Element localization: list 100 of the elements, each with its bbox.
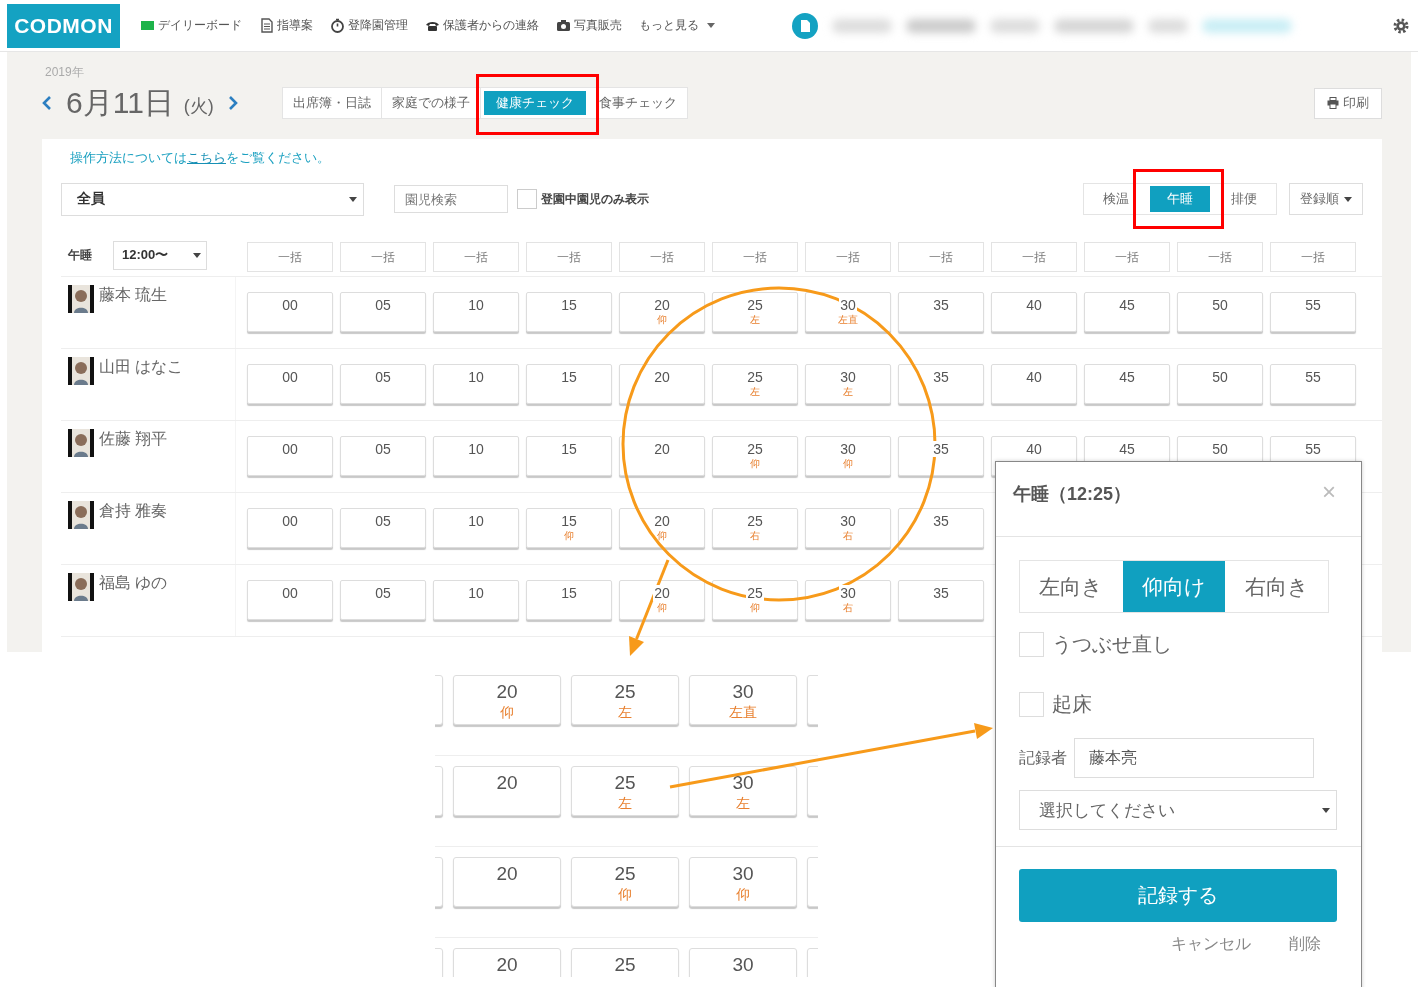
help-link[interactable]: こちら: [187, 150, 226, 165]
bulk-button[interactable]: 一括: [1270, 242, 1356, 272]
time-button[interactable]: 05: [340, 580, 426, 620]
time-button[interactable]: 35: [898, 292, 984, 332]
year-label: 2019年: [45, 64, 85, 81]
checkbox[interactable]: [1019, 691, 1044, 717]
date-label: 6月11日: [66, 84, 174, 121]
time-button[interactable]: 10: [433, 436, 519, 476]
reason-select[interactable]: 選択してください: [1019, 790, 1337, 830]
time-button[interactable]: 35: [898, 364, 984, 404]
bulk-button[interactable]: 一括: [1177, 242, 1263, 272]
time-button[interactable]: 35: [898, 508, 984, 548]
time-button[interactable]: 20: [453, 766, 561, 816]
time-button[interactable]: 20 仰: [619, 292, 705, 332]
time-button[interactable]: 25 左: [712, 292, 798, 332]
bulk-button[interactable]: 一括: [433, 242, 519, 272]
bulk-button[interactable]: 一括: [1084, 242, 1170, 272]
nav-link[interactable]: 指導案: [259, 17, 313, 34]
delete-link[interactable]: 削除: [1289, 934, 1321, 955]
time-button[interactable]: 30 左直: [689, 675, 797, 725]
time-button[interactable]: 20 仰: [619, 580, 705, 620]
bulk-button[interactable]: 一括: [526, 242, 612, 272]
time-button[interactable]: 15 仰: [526, 508, 612, 548]
camera-icon: [556, 18, 571, 33]
bulk-button[interactable]: 一括: [805, 242, 891, 272]
time-button[interactable]: 45: [1084, 292, 1170, 332]
time-button[interactable]: 25 仰: [712, 580, 798, 620]
time-button[interactable]: 05: [340, 292, 426, 332]
time-button[interactable]: 00: [247, 364, 333, 404]
time-button[interactable]: 05: [340, 364, 426, 404]
time-button[interactable]: 00: [247, 508, 333, 548]
time-button[interactable]: 10: [433, 292, 519, 332]
time-button[interactable]: 55: [1270, 364, 1356, 404]
time-button[interactable]: 20: [619, 364, 705, 404]
time-button[interactable]: 00: [247, 436, 333, 476]
time-button[interactable]: 45: [1084, 364, 1170, 404]
time-button[interactable]: 25 左: [571, 766, 679, 816]
time-button[interactable]: 10: [433, 508, 519, 548]
time-button[interactable]: 25 仰: [712, 436, 798, 476]
nav-link[interactable]: デイリーボード: [140, 17, 242, 34]
print-button[interactable]: 印刷: [1314, 87, 1382, 119]
bulk-button[interactable]: 一括: [619, 242, 705, 272]
time-button[interactable]: 25 右: [712, 508, 798, 548]
time-button[interactable]: 25 左: [571, 675, 679, 725]
child-name: 藤本 琉生: [99, 285, 168, 305]
time-button[interactable]: 30 仰: [689, 857, 797, 907]
nav-link[interactable]: 写真販売: [556, 17, 622, 34]
sort-dropdown[interactable]: 登録順: [1289, 183, 1363, 215]
nav-link[interactable]: 登降園管理: [330, 17, 408, 34]
time-select[interactable]: 12:00〜: [113, 240, 207, 270]
more-menu[interactable]: もっと見る: [639, 17, 715, 34]
time-button[interactable]: 25 左: [712, 364, 798, 404]
time-button[interactable]: 35: [898, 580, 984, 620]
time-button[interactable]: 55: [1270, 292, 1356, 332]
time-button[interactable]: 20 仰: [619, 508, 705, 548]
checkbox[interactable]: [1019, 631, 1044, 657]
search-field[interactable]: 園児検索: [394, 185, 508, 213]
bulk-button[interactable]: 一括: [340, 242, 426, 272]
time-button[interactable]: 15: [526, 580, 612, 620]
time-button[interactable]: 00: [247, 580, 333, 620]
time-button[interactable]: 00: [247, 292, 333, 332]
time-button[interactable]: 35: [898, 436, 984, 476]
bulk-button[interactable]: 一括: [991, 242, 1077, 272]
nav-link[interactable]: 保護者からの連絡: [425, 17, 539, 34]
board-icon: [140, 18, 155, 33]
time-button[interactable]: 20: [453, 857, 561, 907]
group-select[interactable]: 全員: [61, 182, 364, 216]
time-button[interactable]: 30 左直: [805, 292, 891, 332]
time-button[interactable]: 15: [526, 364, 612, 404]
time-button[interactable]: 50: [1177, 364, 1263, 404]
time-button[interactable]: 50: [1177, 292, 1263, 332]
time-button[interactable]: 05: [340, 508, 426, 548]
bulk-button[interactable]: 一括: [898, 242, 984, 272]
time-button[interactable]: 25: [571, 948, 679, 977]
time-button[interactable]: 10: [433, 580, 519, 620]
time-button[interactable]: 05: [340, 436, 426, 476]
time-button[interactable]: 15: [526, 292, 612, 332]
checkbox[interactable]: [517, 189, 537, 209]
time-button[interactable]: 30 左: [805, 364, 891, 404]
time-button[interactable]: 30 左: [689, 766, 797, 816]
child-name: 佐藤 翔平: [99, 429, 168, 449]
recorder-field[interactable]: 藤本亮: [1074, 738, 1314, 778]
time-button[interactable]: 40: [991, 364, 1077, 404]
caret-icon: [193, 252, 201, 258]
time-button[interactable]: 20: [453, 948, 561, 977]
bulk-button[interactable]: 一括: [247, 242, 333, 272]
time-button[interactable]: 15: [526, 436, 612, 476]
time-button[interactable]: 20: [619, 436, 705, 476]
caret-icon: [349, 196, 357, 202]
time-button[interactable]: 10: [433, 364, 519, 404]
time-button[interactable]: 25 仰: [571, 857, 679, 907]
time-button[interactable]: 30 右: [805, 508, 891, 548]
time-button[interactable]: 30 右: [805, 580, 891, 620]
time-button[interactable]: 40: [991, 292, 1077, 332]
time-button[interactable]: 30 仰: [805, 436, 891, 476]
time-button[interactable]: 30: [689, 948, 797, 977]
bulk-button[interactable]: 一括: [712, 242, 798, 272]
time-button[interactable]: 20 仰: [453, 675, 561, 725]
cancel-link[interactable]: キャンセル: [1171, 934, 1251, 955]
caret-icon: [1344, 196, 1352, 202]
